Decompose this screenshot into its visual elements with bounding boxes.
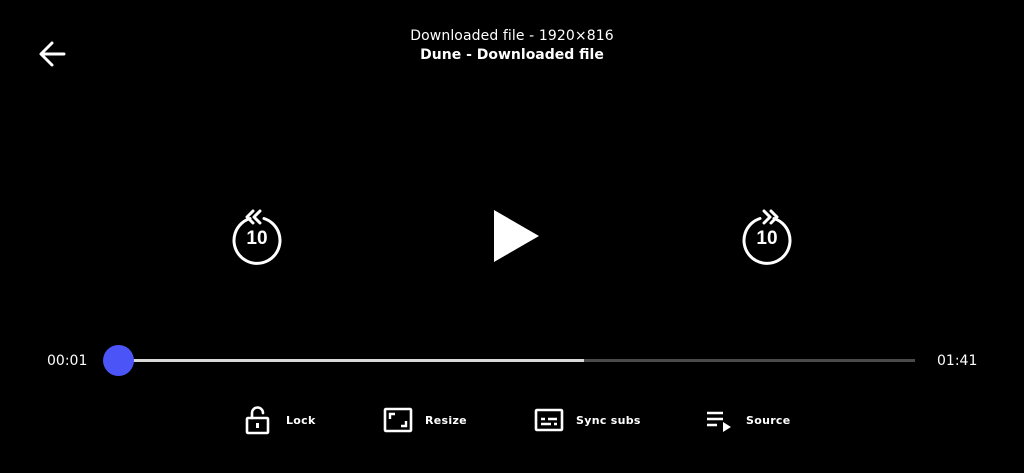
resize-button[interactable]: Resize bbox=[383, 404, 467, 436]
total-time: 01:41 bbox=[937, 353, 978, 369]
buffered-track bbox=[118, 359, 585, 362]
source-button[interactable]: Source bbox=[704, 404, 791, 436]
forward-10-icon: 10 bbox=[742, 209, 792, 265]
play-icon bbox=[494, 210, 539, 262]
sync-subs-label: Sync subs bbox=[576, 413, 641, 427]
lock-button[interactable]: Lock bbox=[244, 404, 316, 436]
forward-seconds-label: 10 bbox=[756, 228, 777, 249]
title-block: Downloaded file - 1920×816 Dune - Downlo… bbox=[0, 27, 1024, 65]
video-title: Dune - Downloaded file bbox=[420, 47, 604, 63]
rewind-seconds-label: 10 bbox=[246, 228, 267, 249]
lock-label: Lock bbox=[286, 413, 316, 427]
play-button[interactable] bbox=[486, 206, 546, 266]
resize-icon bbox=[383, 407, 413, 433]
replay-10-icon: 10 bbox=[232, 209, 282, 265]
current-time: 00:01 bbox=[47, 353, 88, 369]
file-info: Downloaded file - 1920×816 bbox=[410, 28, 614, 44]
playlist-icon bbox=[707, 411, 731, 432]
forward-10-button[interactable]: 10 bbox=[736, 203, 798, 265]
rewind-10-button[interactable]: 10 bbox=[226, 203, 288, 265]
sync-subs-button[interactable]: Sync subs bbox=[534, 404, 641, 436]
seek-bar[interactable] bbox=[103, 345, 915, 376]
lock-open-icon bbox=[245, 406, 270, 435]
subtitles-icon bbox=[534, 408, 564, 432]
seek-thumb[interactable] bbox=[103, 345, 134, 376]
source-label: Source bbox=[746, 413, 791, 427]
video-player: Downloaded file - 1920×816 Dune - Downlo… bbox=[0, 0, 1024, 473]
resize-label: Resize bbox=[425, 413, 467, 427]
